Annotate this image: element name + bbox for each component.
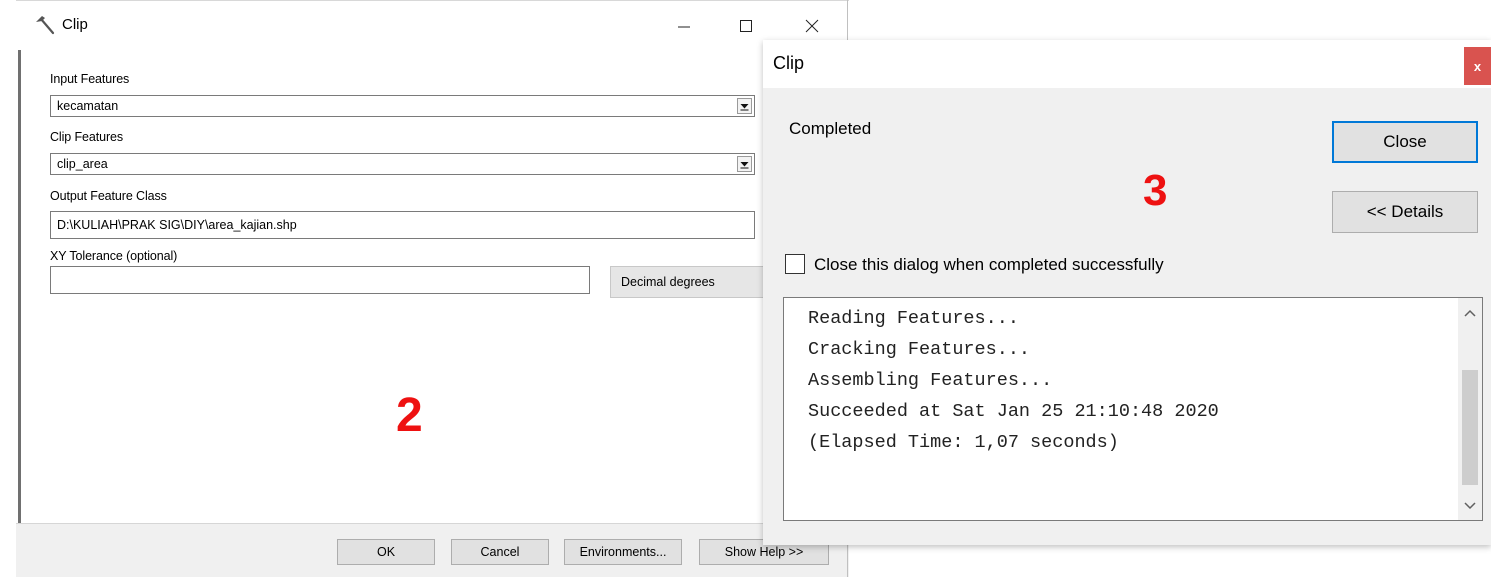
xy-tolerance-label: XY Tolerance (optional): [50, 249, 178, 263]
input-features-value: kecamatan: [57, 99, 119, 113]
maximize-button[interactable]: [723, 9, 769, 43]
progress-dialog-title: Clip: [773, 53, 805, 73]
status-text: Completed: [789, 119, 872, 138]
input-features-combobox[interactable]: kecamatan: [50, 95, 755, 117]
log-scrollbar[interactable]: [1458, 298, 1482, 520]
chevron-down-icon: [1464, 502, 1476, 510]
clip-features-combobox[interactable]: clip_area: [50, 153, 755, 175]
minimize-icon: [678, 26, 690, 28]
chevron-down-icon: [740, 161, 749, 168]
output-feature-class-value: D:\KULIAH\PRAK SIG\DIY\area_kajian.shp: [57, 218, 297, 232]
close-when-completed-label[interactable]: Close this dialog when completed success…: [814, 255, 1164, 275]
chevron-down-icon: [740, 103, 749, 110]
close-button[interactable]: Close: [1332, 121, 1478, 163]
tolerance-units-select[interactable]: Decimal degrees: [610, 266, 780, 298]
progress-dialog-close-x-button[interactable]: x: [1464, 47, 1491, 85]
annotation-number-3: 3: [1143, 166, 1168, 215]
clip-features-label: Clip Features: [50, 130, 124, 144]
input-features-label: Input Features: [50, 72, 130, 86]
scroll-thumb[interactable]: [1462, 370, 1478, 485]
hammer-icon: [32, 13, 56, 37]
scroll-up-button[interactable]: [1458, 298, 1482, 328]
scroll-down-button[interactable]: [1458, 492, 1482, 520]
output-feature-class-label: Output Feature Class: [50, 189, 167, 203]
clip-tool-window: Clip Input Features kecamatan Clip Featu…: [16, 0, 849, 577]
tool-window-footer: OK Cancel Environments... Show Help >>: [16, 523, 849, 577]
tool-window-title: Clip: [62, 16, 88, 33]
output-feature-class-input[interactable]: D:\KULIAH\PRAK SIG\DIY\area_kajian.shp: [50, 211, 755, 239]
log-line: Reading Features...: [808, 308, 1019, 329]
message-log[interactable]: Reading Features... Cracking Features...…: [783, 297, 1483, 521]
window-close-button[interactable]: [789, 9, 835, 43]
close-when-completed-checkbox[interactable]: [785, 254, 805, 274]
clip-features-value: clip_area: [57, 157, 108, 171]
cancel-button[interactable]: Cancel: [451, 539, 549, 565]
maximize-icon: [740, 20, 752, 32]
input-features-dropdown-button[interactable]: [737, 98, 752, 114]
log-line: Assembling Features...: [808, 370, 1053, 391]
minimize-button[interactable]: [661, 9, 707, 43]
progress-dialog-titlebar[interactable]: Clip x: [763, 40, 1491, 88]
tool-parameters-panel: Input Features kecamatan Clip Features c…: [18, 50, 847, 523]
log-line: Succeeded at Sat Jan 25 21:10:48 2020: [808, 401, 1219, 422]
chevron-up-icon: [1464, 309, 1476, 317]
annotation-number-2: 2: [396, 389, 423, 442]
clip-features-dropdown-button[interactable]: [737, 156, 752, 172]
tool-window-titlebar[interactable]: Clip: [16, 0, 849, 50]
close-icon: [805, 19, 819, 33]
details-button[interactable]: << Details: [1332, 191, 1478, 233]
progress-dialog: Clip x Completed 3 Close << Details Clos…: [763, 40, 1491, 545]
log-line: (Elapsed Time: 1,07 seconds): [808, 432, 1119, 453]
log-line: Cracking Features...: [808, 339, 1031, 360]
tolerance-units-value: Decimal degrees: [621, 275, 715, 289]
close-icon: x: [1473, 58, 1482, 74]
environments-button[interactable]: Environments...: [564, 539, 682, 565]
ok-button[interactable]: OK: [337, 539, 435, 565]
xy-tolerance-input[interactable]: [50, 266, 590, 294]
